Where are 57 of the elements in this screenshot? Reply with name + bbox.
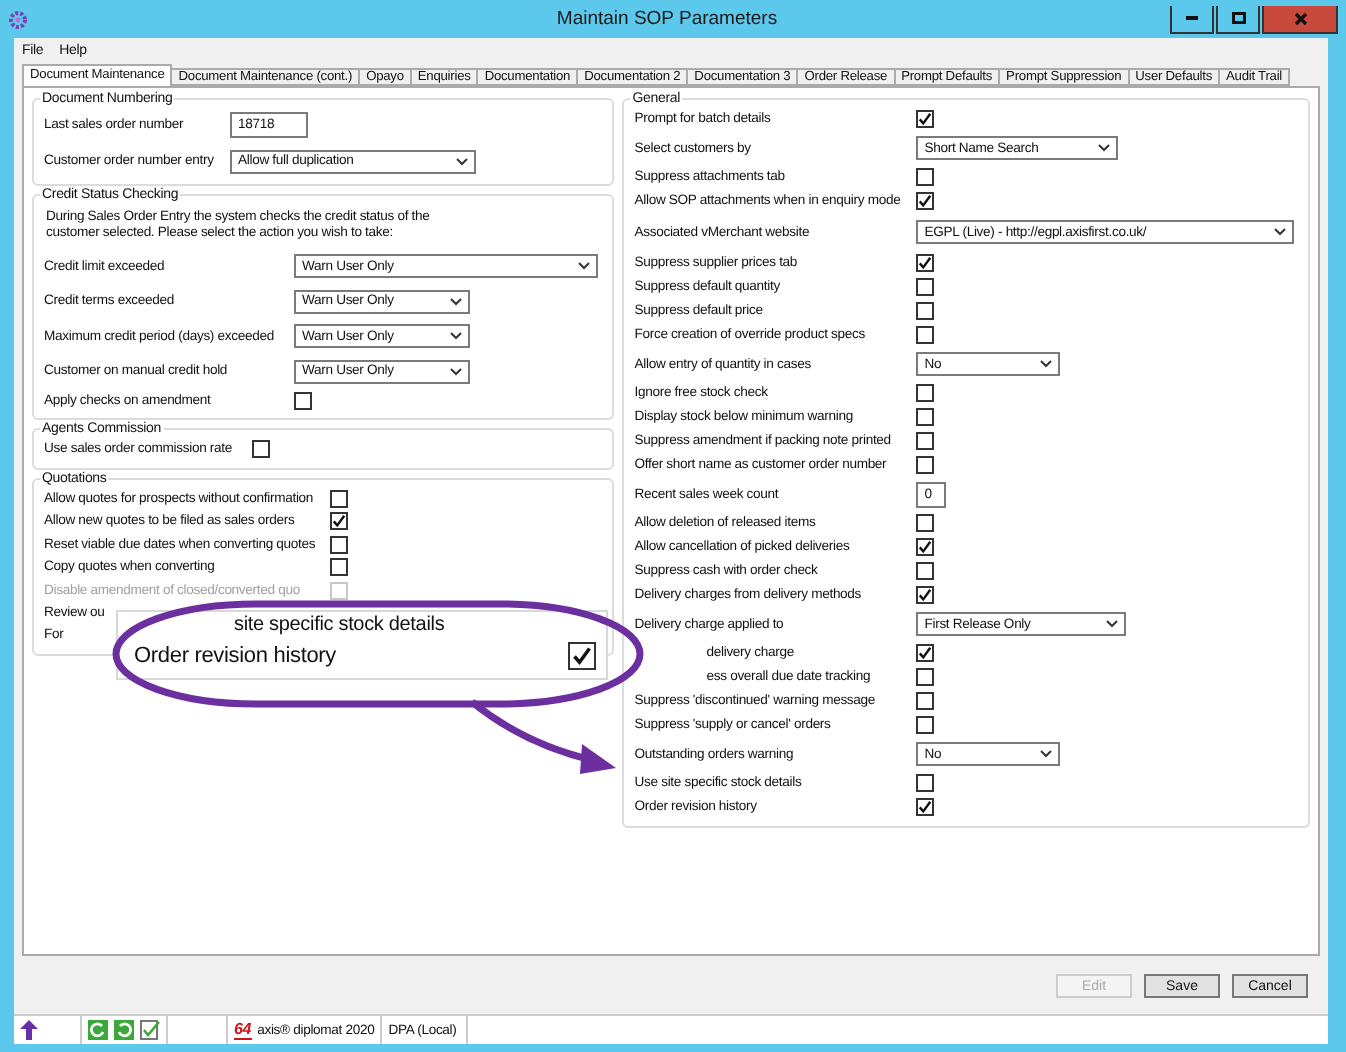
close-icon bbox=[1293, 11, 1307, 25]
up-arrow-icon bbox=[20, 1020, 38, 1041]
checkbox[interactable] bbox=[916, 254, 935, 273]
checkbox[interactable] bbox=[330, 490, 348, 509]
check-icon bbox=[918, 112, 933, 127]
check-icon bbox=[918, 800, 933, 815]
caret-icon bbox=[1040, 360, 1053, 369]
checkbox[interactable] bbox=[916, 562, 935, 581]
checkbox[interactable] bbox=[916, 326, 935, 345]
checkbox[interactable] bbox=[916, 384, 935, 403]
inset-label: Order revision history bbox=[134, 644, 337, 668]
check-icon bbox=[332, 514, 346, 529]
caret-icon bbox=[1106, 620, 1119, 629]
checkbox[interactable] bbox=[916, 668, 935, 687]
caret-icon bbox=[1274, 228, 1286, 237]
checkbox[interactable] bbox=[916, 168, 935, 187]
checkbox[interactable] bbox=[916, 716, 935, 735]
close-button[interactable] bbox=[1262, 5, 1338, 33]
checkbox[interactable] bbox=[916, 302, 935, 321]
check-icon bbox=[918, 540, 933, 555]
caret-icon bbox=[450, 367, 462, 376]
checkbox[interactable] bbox=[916, 408, 935, 427]
check-icon bbox=[918, 646, 933, 661]
minimize-icon bbox=[1186, 16, 1198, 20]
checkbox[interactable] bbox=[330, 512, 348, 531]
checkbox[interactable] bbox=[916, 774, 935, 793]
checkbox[interactable] bbox=[916, 644, 935, 663]
check-icon bbox=[918, 256, 933, 271]
check-icon bbox=[918, 588, 933, 603]
logo: 64 bbox=[234, 1021, 252, 1040]
caret-icon bbox=[578, 262, 591, 271]
maximize-button[interactable] bbox=[1216, 5, 1260, 33]
checkbox[interactable] bbox=[330, 535, 348, 554]
checkbox[interactable] bbox=[252, 440, 270, 459]
checkbox[interactable] bbox=[916, 514, 935, 533]
maximize-icon bbox=[1231, 12, 1245, 24]
caret-icon bbox=[450, 332, 462, 341]
checkbox[interactable] bbox=[916, 798, 935, 817]
checkbox[interactable] bbox=[916, 692, 935, 711]
checkbox[interactable] bbox=[916, 432, 935, 451]
check-icon bbox=[918, 194, 933, 209]
checkbox[interactable] bbox=[916, 586, 935, 605]
checkbox[interactable] bbox=[916, 192, 935, 211]
caret-icon bbox=[1040, 750, 1053, 759]
checkbox[interactable] bbox=[916, 110, 935, 129]
minimize-button[interactable] bbox=[1170, 5, 1214, 33]
inset-caption: site specific stock details bbox=[234, 616, 445, 636]
checkbox[interactable] bbox=[294, 391, 312, 410]
window-title: Maintain SOP Parameters bbox=[554, 8, 780, 30]
checkbox[interactable] bbox=[330, 558, 348, 577]
checkbox[interactable] bbox=[916, 278, 935, 297]
gear-icon bbox=[8, 9, 28, 29]
caret-icon bbox=[450, 297, 462, 306]
caret-icon bbox=[456, 157, 468, 166]
checkbox[interactable] bbox=[916, 456, 935, 475]
caret-icon bbox=[1098, 144, 1111, 153]
checkbox[interactable] bbox=[916, 538, 935, 557]
